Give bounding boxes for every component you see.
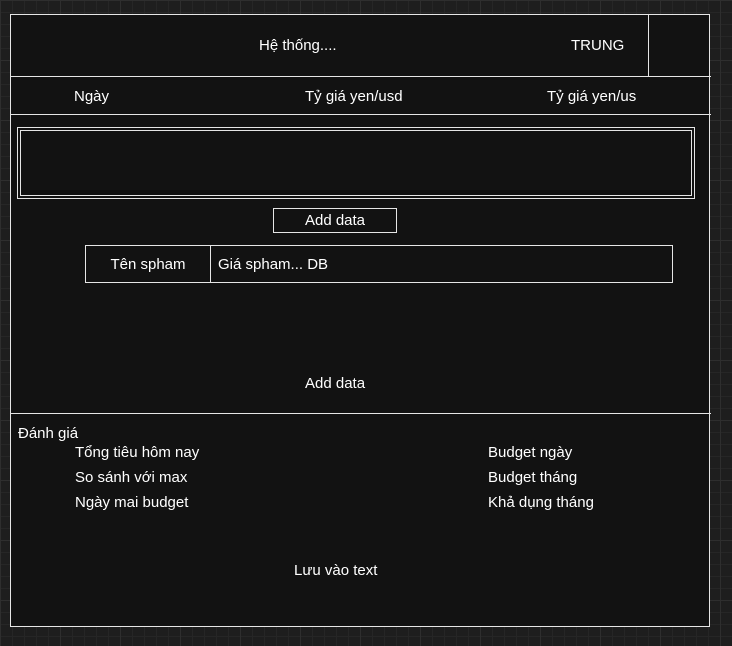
product-price-field[interactable]: Giá spham... DB (218, 246, 328, 282)
column-header-rate-yen-usd: Tỷ giá yen/usd (305, 88, 403, 105)
app-title: Hệ thống.... (259, 37, 337, 54)
column-header-rate-yen-us: Tỷ giá yen/us (547, 88, 637, 105)
add-data-label[interactable]: Add data (305, 375, 365, 393)
add-data-button[interactable]: Add data (273, 208, 397, 233)
product-row: Tên spham Giá spham... DB (85, 245, 673, 283)
evaluation-title: Đánh giá (18, 425, 79, 442)
evaluation-item-total-today: Tổng tiêu hôm nay (75, 444, 200, 461)
columns-divider (10, 114, 711, 115)
user-name[interactable]: TRUNG (571, 37, 624, 55)
evaluation-item-budget-month: Budget tháng (488, 469, 578, 486)
evaluation-divider (10, 413, 711, 414)
header-divider (10, 76, 711, 77)
evaluation-item-compare-max: So sánh với max (75, 469, 188, 486)
data-input-area[interactable] (17, 127, 695, 199)
save-to-text-button[interactable]: Lưu vào text (294, 562, 377, 580)
column-header-date: Ngày (74, 88, 110, 105)
evaluation-item-tomorrow-budget: Ngày mai budget (75, 494, 189, 511)
header-user-divider (648, 14, 649, 76)
evaluation-item-available-month: Khả dụng tháng (488, 494, 594, 511)
data-input-area-inner (20, 130, 692, 196)
evaluation-item-budget-day: Budget ngày (488, 444, 573, 461)
product-name-field[interactable]: Tên spham (86, 246, 211, 282)
